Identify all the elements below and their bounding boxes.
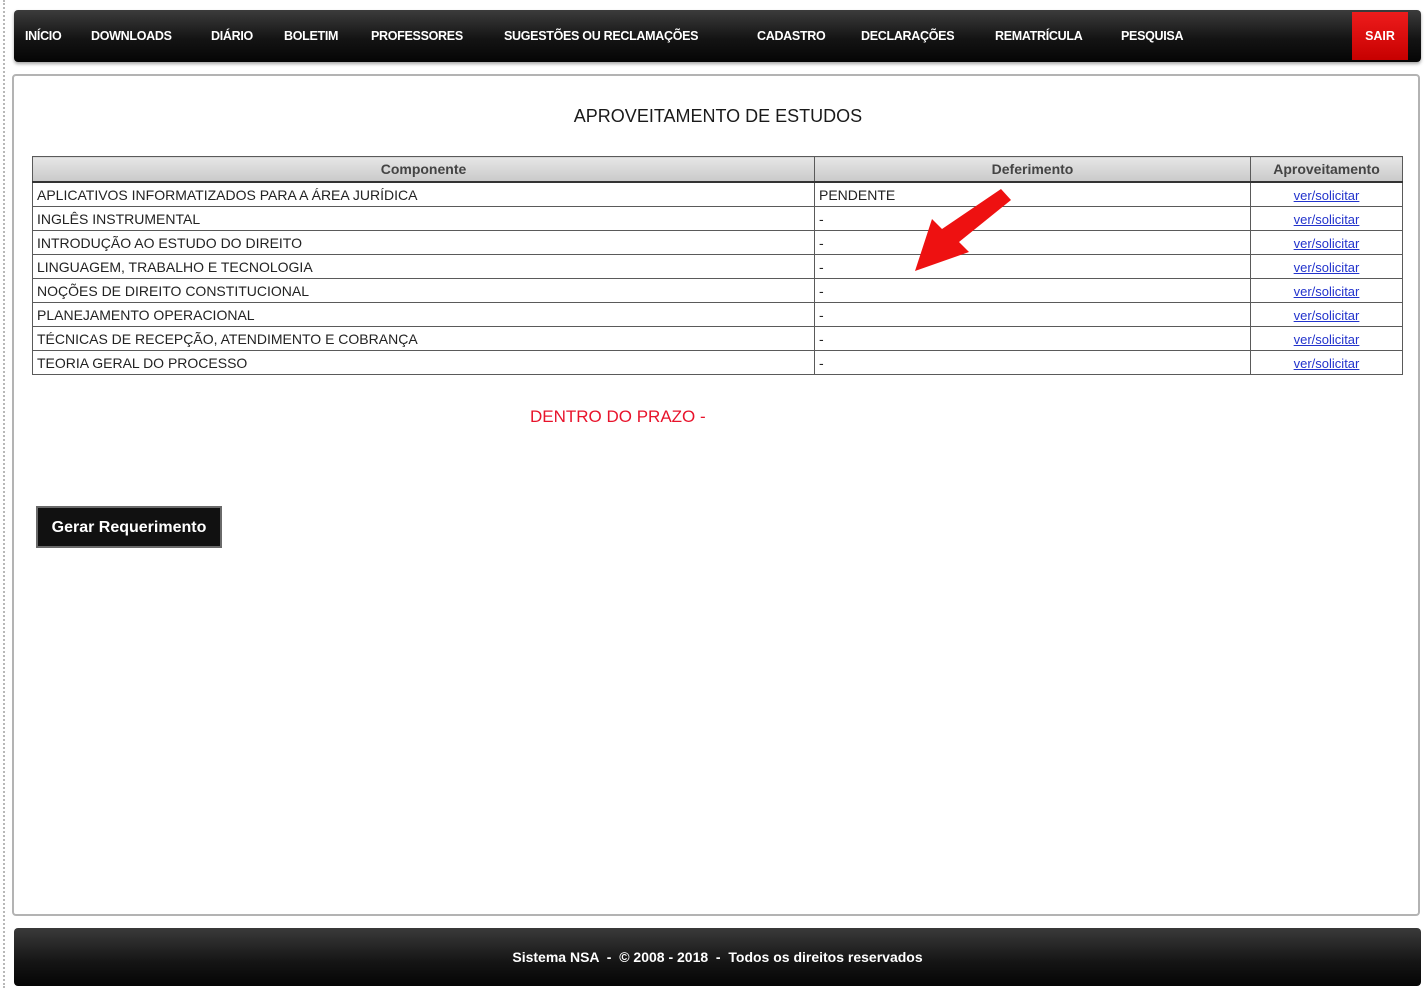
page-title: APROVEITAMENTO DE ESTUDOS xyxy=(573,106,863,126)
nav-item-pesquisa[interactable]: PESQUISA xyxy=(1121,10,1184,62)
cell-deferimento: - xyxy=(814,254,1251,279)
table-header-row: Componente Deferimento Aproveitamento xyxy=(32,156,1403,183)
column-header-aproveitamento: Aproveitamento xyxy=(1250,156,1403,183)
cell-aproveitamento: ver/solicitar xyxy=(1250,302,1403,327)
cell-deferimento: - xyxy=(814,206,1251,231)
nav-item-boletim[interactable]: BOLETIM xyxy=(284,10,338,62)
table-row: TEORIA GERAL DO PROCESSO - ver/solicitar xyxy=(32,350,1403,375)
top-navigation-bar: INÍCIO DOWNLOADS DIÁRIO BOLETIM PROFESSO… xyxy=(14,10,1421,62)
ver-solicitar-link[interactable]: ver/solicitar xyxy=(1294,356,1360,371)
table-row: TÉCNICAS DE RECEPÇÃO, ATENDIMENTO E COBR… xyxy=(32,326,1403,351)
studies-table: Componente Deferimento Aproveitamento AP… xyxy=(32,156,1403,375)
cell-componente: INGLÊS INSTRUMENTAL xyxy=(32,206,815,231)
table-row: PLANEJAMENTO OPERACIONAL - ver/solicitar xyxy=(32,302,1403,327)
red-arrow-icon xyxy=(915,189,1011,271)
cell-aproveitamento: ver/solicitar xyxy=(1250,278,1403,303)
nav-item-professores[interactable]: PROFESSORES xyxy=(371,10,463,62)
nav-item-inicio[interactable]: INÍCIO xyxy=(25,10,62,62)
table-row: APLICATIVOS INFORMATIZADOS PARA A ÁREA J… xyxy=(32,181,1403,207)
cell-componente: PLANEJAMENTO OPERACIONAL xyxy=(32,302,815,327)
ver-solicitar-link[interactable]: ver/solicitar xyxy=(1294,308,1360,323)
cell-aproveitamento: ver/solicitar xyxy=(1250,350,1403,375)
cell-deferimento: - xyxy=(814,350,1251,375)
cell-aproveitamento: ver/solicitar xyxy=(1250,181,1403,207)
ver-solicitar-link[interactable]: ver/solicitar xyxy=(1294,188,1360,203)
column-header-deferimento: Deferimento xyxy=(814,156,1251,183)
nav-item-declaracoes[interactable]: DECLARAÇÕES xyxy=(861,10,955,62)
footer-bar: Sistema NSA - © 2008 - 2018 - Todos os d… xyxy=(14,928,1421,986)
table-row: LINGUAGEM, TRABALHO E TECNOLOGIA - ver/s… xyxy=(32,254,1403,279)
footer-copyright: Sistema NSA - © 2008 - 2018 - Todos os d… xyxy=(512,949,923,965)
cell-componente: APLICATIVOS INFORMATIZADOS PARA A ÁREA J… xyxy=(32,181,815,207)
main-content-panel: APROVEITAMENTO DE ESTUDOS Componente Def… xyxy=(12,74,1420,916)
cell-deferimento: - xyxy=(814,326,1251,351)
table-row: INTRODUÇÃO AO ESTUDO DO DIREITO - ver/so… xyxy=(32,230,1403,255)
nav-item-diario[interactable]: DIÁRIO xyxy=(211,10,253,62)
cell-deferimento: - xyxy=(814,278,1251,303)
nav-item-sugestoes[interactable]: SUGESTÕES OU RECLAMAÇÕES xyxy=(504,10,699,62)
cell-componente: INTRODUÇÃO AO ESTUDO DO DIREITO xyxy=(32,230,815,255)
table-row: NOÇÕES DE DIREITO CONSTITUCIONAL - ver/s… xyxy=(32,278,1403,303)
column-header-componente: Componente xyxy=(32,156,815,183)
generate-request-button[interactable]: Gerar Requerimento xyxy=(36,506,222,548)
cell-componente: TÉCNICAS DE RECEPÇÃO, ATENDIMENTO E COBR… xyxy=(32,326,815,351)
page-edge-divider xyxy=(3,0,5,988)
cell-aproveitamento: ver/solicitar xyxy=(1250,230,1403,255)
nav-item-rematricula[interactable]: REMATRÍCULA xyxy=(995,10,1083,62)
logout-button[interactable]: SAIR xyxy=(1352,12,1408,60)
cell-deferimento: - xyxy=(814,302,1251,327)
cell-deferimento: - xyxy=(814,230,1251,255)
ver-solicitar-link[interactable]: ver/solicitar xyxy=(1294,260,1360,275)
deadline-status-text: DENTRO DO PRAZO - xyxy=(530,407,706,426)
cell-aproveitamento: ver/solicitar xyxy=(1250,206,1403,231)
cell-componente: NOÇÕES DE DIREITO CONSTITUCIONAL xyxy=(32,278,815,303)
nav-item-cadastro[interactable]: CADASTRO xyxy=(757,10,826,62)
cell-aproveitamento: ver/solicitar xyxy=(1250,326,1403,351)
ver-solicitar-link[interactable]: ver/solicitar xyxy=(1294,212,1360,227)
ver-solicitar-link[interactable]: ver/solicitar xyxy=(1294,284,1360,299)
table-row: INGLÊS INSTRUMENTAL - ver/solicitar xyxy=(32,206,1403,231)
cell-componente: TEORIA GERAL DO PROCESSO xyxy=(32,350,815,375)
nav-item-downloads[interactable]: DOWNLOADS xyxy=(91,10,172,62)
cell-deferimento: PENDENTE xyxy=(814,181,1251,207)
cell-aproveitamento: ver/solicitar xyxy=(1250,254,1403,279)
ver-solicitar-link[interactable]: ver/solicitar xyxy=(1294,236,1360,251)
cell-componente: LINGUAGEM, TRABALHO E TECNOLOGIA xyxy=(32,254,815,279)
ver-solicitar-link[interactable]: ver/solicitar xyxy=(1294,332,1360,347)
